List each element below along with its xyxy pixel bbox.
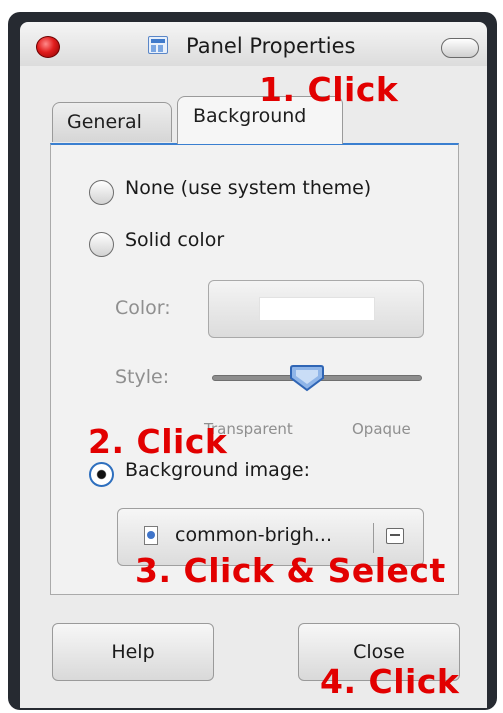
image-file-name: common-brigh...: [175, 524, 332, 546]
annotation-step-4: 4. Click: [320, 662, 460, 701]
radio-solid-color-label[interactable]: Solid color: [125, 229, 224, 251]
tab-general-label: General: [67, 111, 142, 133]
open-folder-icon: [386, 528, 404, 544]
annotation-step-1: 1. Click: [259, 70, 399, 109]
window-title: Panel Properties: [186, 34, 356, 58]
style-label: Style:: [115, 366, 170, 388]
window-shade-button[interactable]: [441, 38, 479, 58]
radio-solid-color[interactable]: [89, 232, 114, 257]
tab-general[interactable]: General: [52, 102, 172, 142]
slider-max-label: Opaque: [352, 420, 411, 438]
radio-background-image[interactable]: [89, 462, 114, 487]
annotation-step-3: 3. Click & Select: [135, 551, 446, 590]
radio-none-label[interactable]: None (use system theme): [125, 177, 371, 199]
panel-properties-icon: [148, 36, 168, 54]
radio-background-image-label[interactable]: Background image:: [125, 459, 310, 481]
window-close-button[interactable]: [36, 36, 60, 58]
radio-none[interactable]: [89, 180, 114, 205]
file-chooser-separator: [373, 523, 374, 553]
style-slider-thumb[interactable]: [289, 364, 324, 392]
annotation-step-2: 2. Click: [88, 422, 228, 461]
image-file-icon: [144, 526, 158, 545]
color-label: Color:: [115, 297, 171, 319]
help-button[interactable]: Help: [52, 623, 214, 681]
color-picker-button[interactable]: [208, 280, 424, 338]
color-swatch: [259, 297, 375, 321]
